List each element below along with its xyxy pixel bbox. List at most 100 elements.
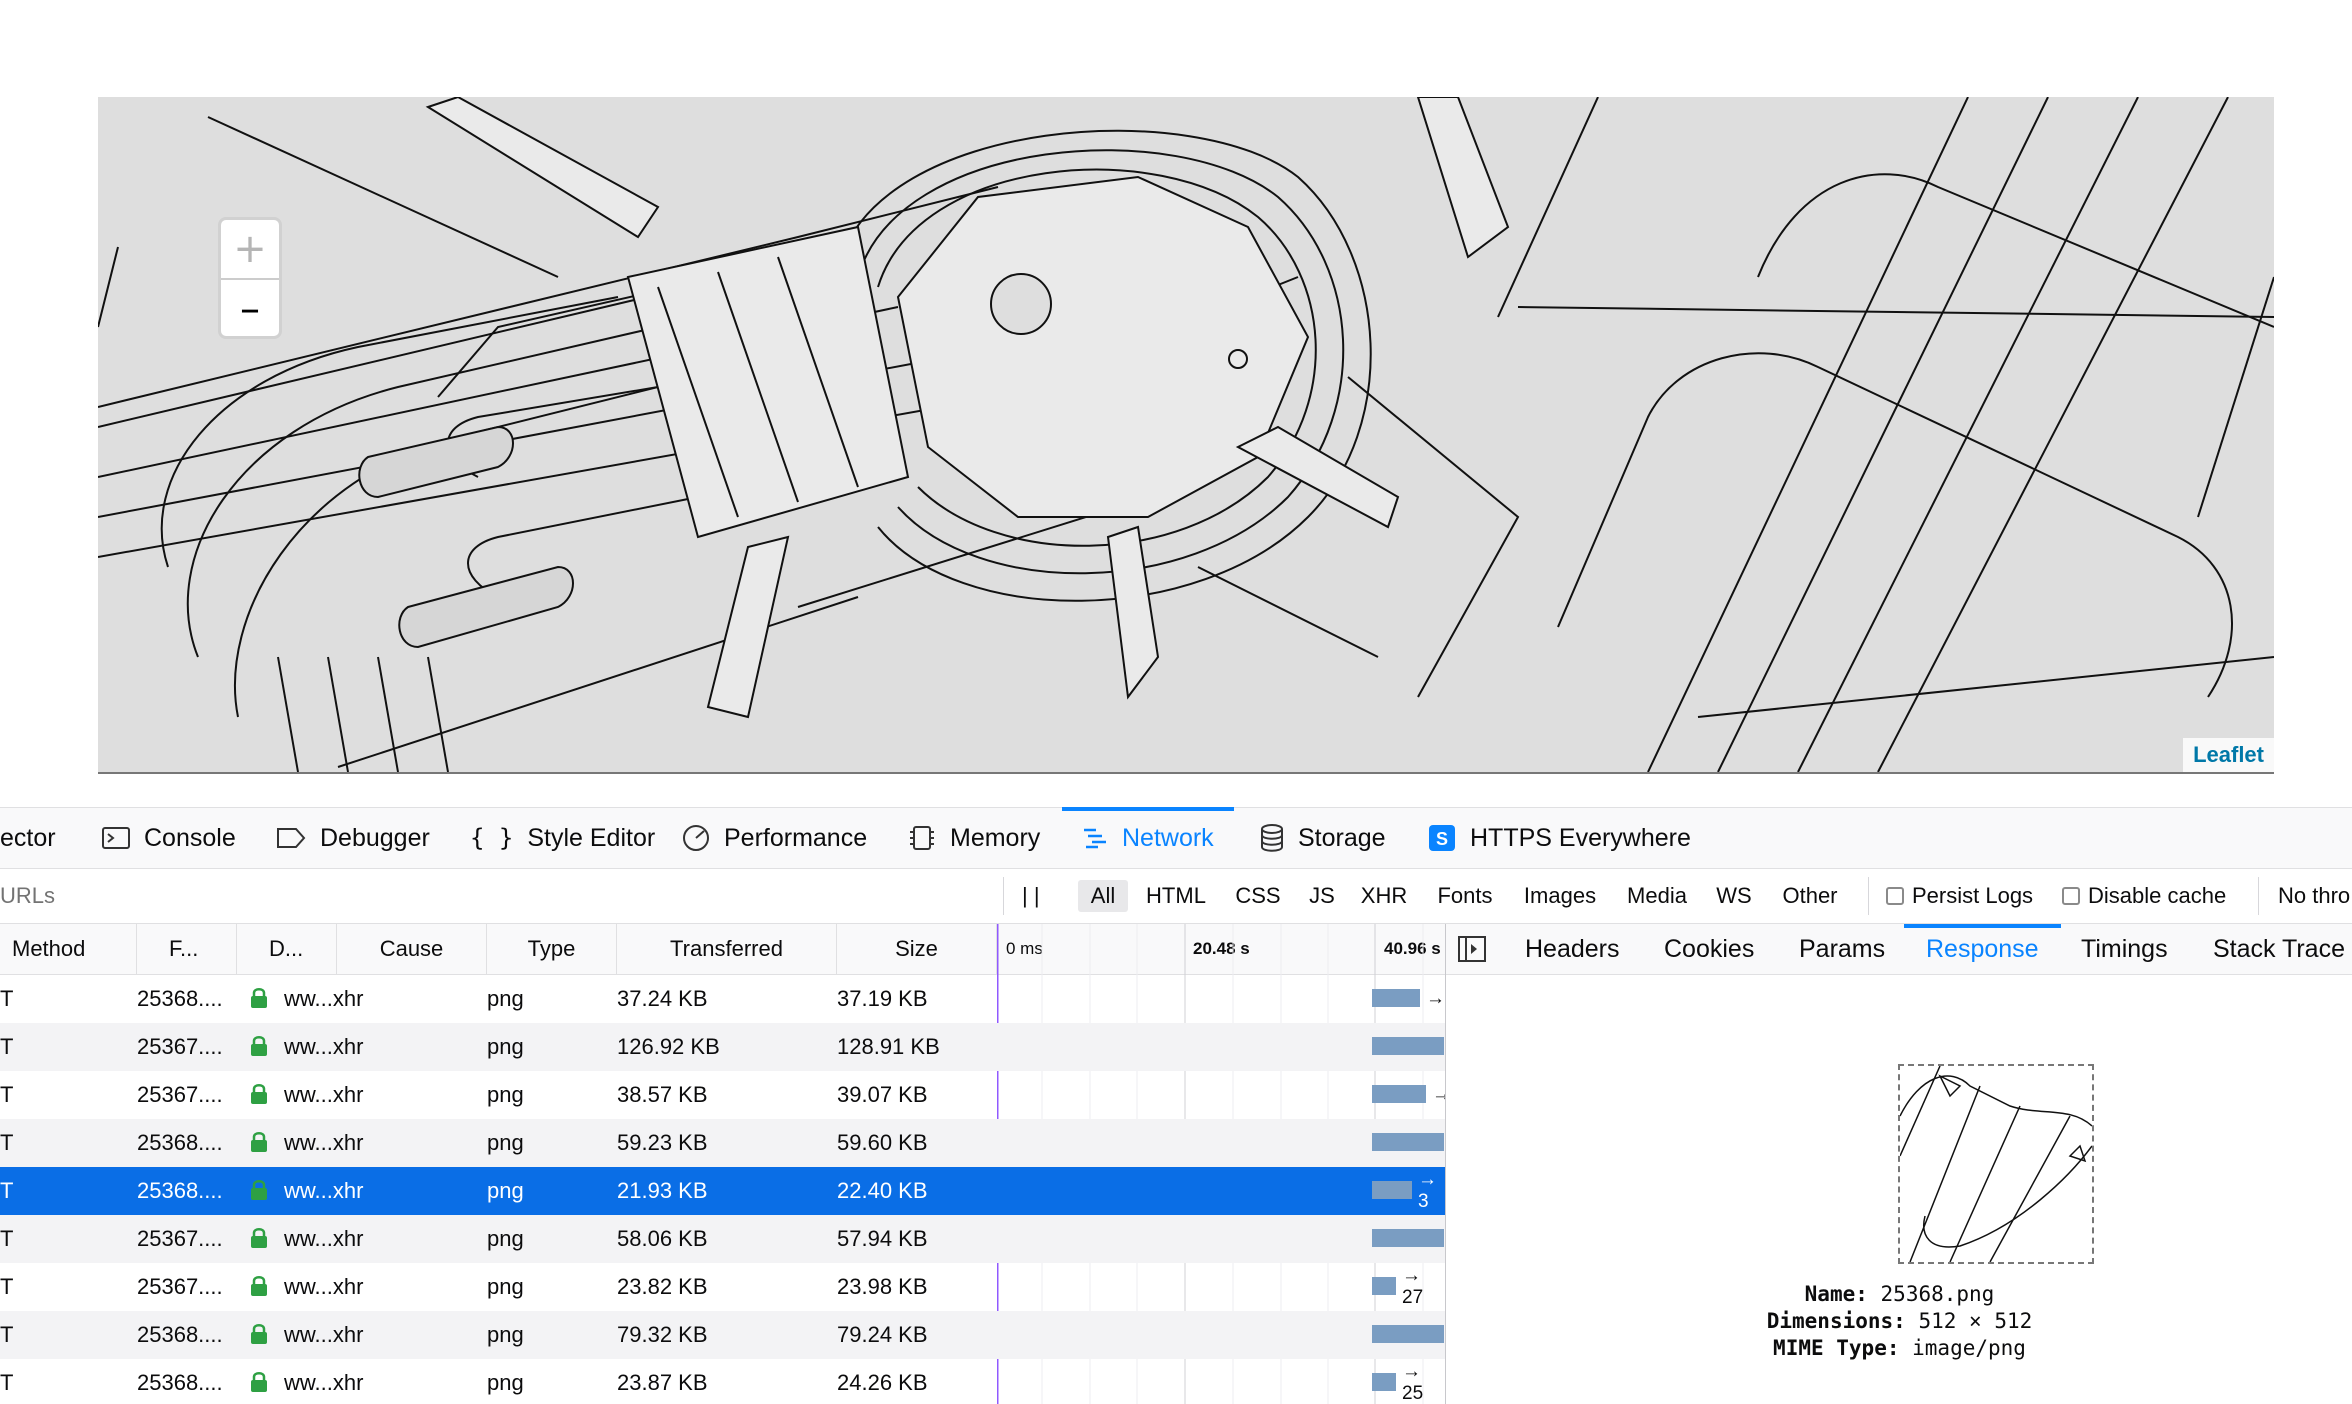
https-everywhere-icon: S <box>1428 824 1456 852</box>
cell-type: png <box>487 1082 524 1107</box>
table-row[interactable]: T 25367.... ww...xhr png 23.82 KB 23.98 … <box>0 1263 1445 1311</box>
cell-size: 22.40 KB <box>837 1178 928 1203</box>
tab-label: Console <box>144 823 236 852</box>
table-row[interactable]: T 25368.... ww...xhr png 59.23 KB 59.60 … <box>0 1119 1445 1167</box>
cell-transferred: 23.87 KB <box>617 1370 708 1395</box>
waterfall-arrow: → 3 <box>1418 1169 1437 1212</box>
column-size[interactable]: Size <box>837 924 997 974</box>
filter-css[interactable]: CSS <box>1230 880 1286 912</box>
tab-label: Memory <box>950 823 1041 852</box>
table-row[interactable]: T 25367.... ww...xhr png 58.06 KB 57.94 … <box>0 1215 1445 1263</box>
checkbox-box <box>2062 887 2080 905</box>
filter-media[interactable]: Media <box>1620 880 1694 912</box>
cell-transferred: 37.24 KB <box>617 986 708 1011</box>
table-row[interactable]: T 25368.... ww...xhr png 37.24 KB 37.19 … <box>0 975 1445 1023</box>
table-row[interactable]: T 25367.... ww...xhr png 38.57 KB 39.07 … <box>0 1071 1445 1119</box>
map-tiles <box>98 97 2274 772</box>
tab-console[interactable]: Console <box>102 808 236 868</box>
filter-other[interactable]: Other <box>1774 880 1846 912</box>
zoom-out-button[interactable]: – <box>221 280 279 336</box>
tab-https-everywhere[interactable]: S HTTPS Everywhere <box>1428 808 1691 868</box>
toggle-sidebar-icon[interactable] <box>1458 936 1486 969</box>
tab-debugger[interactable]: Debugger <box>276 808 430 868</box>
tab-params[interactable]: Params <box>1799 924 1885 974</box>
tab-cookies[interactable]: Cookies <box>1664 924 1754 974</box>
filter-html[interactable]: HTML <box>1140 880 1212 912</box>
lock-icon <box>250 1227 268 1255</box>
tab-label: ector <box>0 823 56 852</box>
request-list: T 25368.... ww...xhr png 37.24 KB 37.19 … <box>0 975 1445 1404</box>
disable-cache-checkbox[interactable]: Disable cache <box>2062 869 2226 923</box>
cell-file: 25368.... <box>137 1322 223 1347</box>
table-row[interactable]: T 25368.... ww...xhr png 23.87 KB 24.26 … <box>0 1359 1445 1404</box>
tab-style-editor[interactable]: { } Style Editor <box>470 808 655 868</box>
cell-file: 25368.... <box>137 1370 223 1395</box>
cell-transferred: 38.57 KB <box>617 1082 708 1107</box>
waterfall-bar <box>1372 1325 1444 1343</box>
filter-js[interactable]: JS <box>1300 880 1344 912</box>
waterfall-arrow: → 25 <box>1402 1361 1424 1404</box>
cell-type: png <box>487 1034 524 1059</box>
cell-file: 25367.... <box>137 1082 223 1107</box>
column-type[interactable]: Type <box>487 924 617 974</box>
url-filter-input[interactable]: URLs <box>0 869 55 923</box>
checkbox-label: Persist Logs <box>1912 883 2034 908</box>
divider <box>2258 877 2259 915</box>
cell-domain: ww...xhr <box>284 1082 364 1107</box>
cell-size: 59.60 KB <box>837 1130 928 1155</box>
column-domain[interactable]: D... <box>237 924 337 974</box>
filter-ws[interactable]: WS <box>1706 880 1762 912</box>
tab-inspector[interactable]: ector <box>0 808 56 868</box>
response-name: Name: 25368.png <box>1446 1282 2352 1306</box>
table-row[interactable]: T 25368.... ww...xhr png 79.32 KB 79.24 … <box>0 1311 1445 1359</box>
lock-icon <box>250 1035 268 1063</box>
filter-all[interactable]: All <box>1078 880 1128 912</box>
column-file[interactable]: F... <box>137 924 237 974</box>
map-view[interactable]: + – Leaflet <box>98 97 2274 774</box>
filter-images[interactable]: Images <box>1516 880 1604 912</box>
tab-stack-trace[interactable]: Stack Trace <box>2213 924 2345 974</box>
tab-label: Network <box>1122 823 1214 852</box>
cell-method: T <box>0 1082 14 1107</box>
leaflet-attribution-link[interactable]: Leaflet <box>2183 738 2274 772</box>
tab-headers[interactable]: Headers <box>1525 924 1620 974</box>
pause-button[interactable]: | | <box>1022 869 1040 923</box>
zoom-in-button[interactable]: + <box>221 220 279 280</box>
cell-domain: ww...xhr <box>284 1322 364 1347</box>
cell-file: 25368.... <box>137 986 223 1011</box>
column-transferred[interactable]: Transferred <box>617 924 837 974</box>
lock-icon <box>250 1179 268 1207</box>
cell-type: png <box>487 1322 524 1347</box>
table-row[interactable]: T 25368.... ww...xhr png 21.93 KB 22.40 … <box>0 1167 1445 1215</box>
tab-network[interactable]: Network <box>1062 807 1234 868</box>
waterfall-arrow: → 27 <box>1402 1265 1424 1308</box>
cell-transferred: 59.23 KB <box>617 1130 708 1155</box>
cell-type: png <box>487 1226 524 1251</box>
zoom-control: + – <box>218 217 282 339</box>
cell-method: T <box>0 1322 14 1347</box>
waterfall-bar <box>1372 1277 1396 1295</box>
tab-response[interactable]: Response <box>1904 924 2061 974</box>
tab-memory[interactable]: Memory <box>908 808 1040 868</box>
persist-logs-checkbox[interactable]: Persist Logs <box>1886 869 2033 923</box>
tab-timings[interactable]: Timings <box>2081 924 2168 974</box>
filter-xhr[interactable]: XHR <box>1356 880 1412 912</box>
meta-label: Dimensions: <box>1766 1309 1906 1333</box>
meta-value: image/png <box>1912 1336 2026 1360</box>
waterfall-arrow: → <box>1432 1084 1445 1105</box>
lock-icon <box>250 1275 268 1303</box>
cell-size: 79.24 KB <box>837 1322 928 1347</box>
tab-storage[interactable]: Storage <box>1260 808 1386 868</box>
performance-icon <box>682 824 710 852</box>
cell-transferred: 79.32 KB <box>617 1322 708 1347</box>
table-row[interactable]: T 25367.... ww...xhr png 126.92 KB 128.9… <box>0 1023 1445 1071</box>
checkbox-label: Disable cache <box>2088 883 2227 908</box>
tab-performance[interactable]: Performance <box>682 808 867 868</box>
column-cause[interactable]: Cause <box>337 924 487 974</box>
tab-label: Style Editor <box>527 823 656 852</box>
cell-method: T <box>0 1370 14 1395</box>
tab-label: HTTPS Everywhere <box>1470 823 1691 852</box>
column-method[interactable]: Method <box>0 924 137 974</box>
filter-fonts[interactable]: Fonts <box>1428 880 1502 912</box>
throttling-select[interactable]: No thro <box>2278 869 2350 923</box>
